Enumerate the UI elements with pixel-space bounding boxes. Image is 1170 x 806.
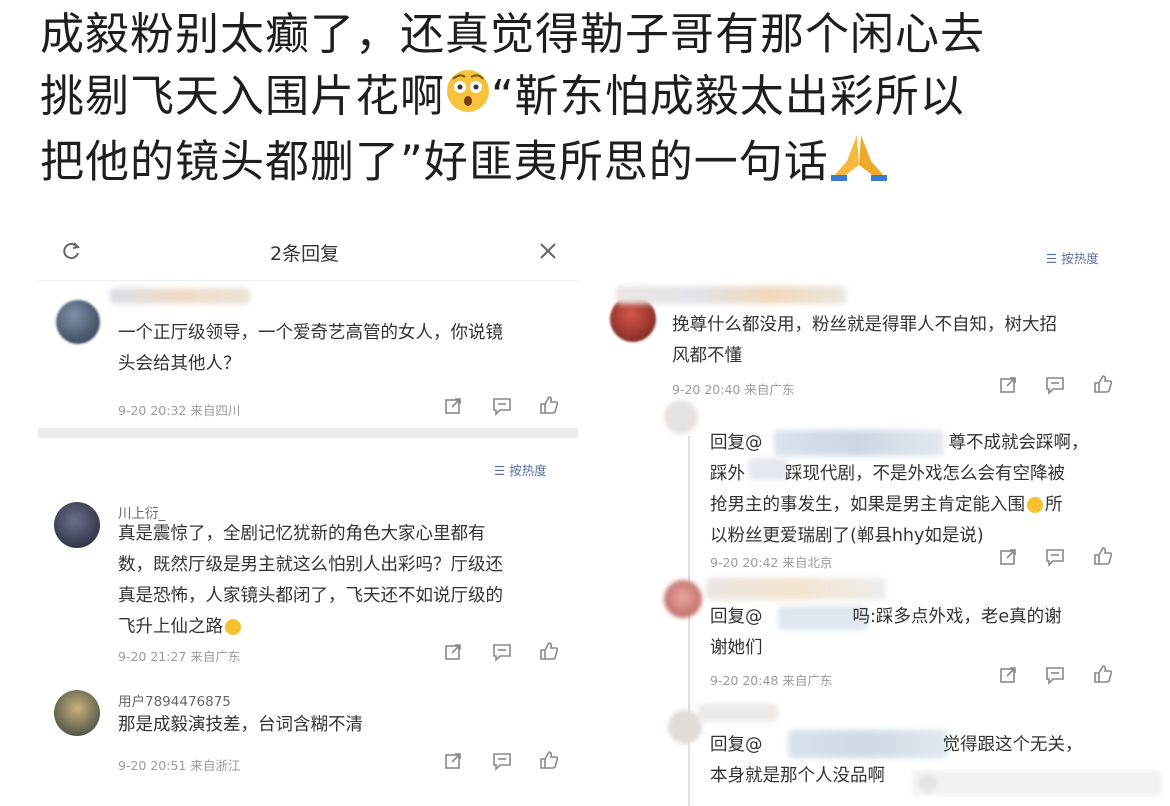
comment-meta: 9-20 20:51 来自浙江 [118, 758, 241, 773]
topbar-divider [38, 280, 578, 281]
comment-text: 回复@ 吗:踩多点外戏，老e真的谢 谢她们 [710, 602, 1062, 664]
username[interactable]: 用户7894476875 [118, 690, 231, 710]
smile-emoji-icon [1027, 497, 1043, 513]
avatar[interactable] [664, 400, 698, 434]
comment-text: 回复@ 尊不成就会踩啊， 踩外 踩现代剧，不是外戏怎么会有空降被 抢男主的事发生，如… [710, 428, 1089, 552]
share-icon[interactable] [998, 547, 1020, 569]
redacted-username [698, 704, 778, 722]
watermark [912, 766, 1162, 800]
comment-line: 踩外 踩现代剧，不是外戏怎么会有空降被 [710, 459, 1089, 490]
reply-prefix[interactable]: 回复@ [710, 607, 763, 627]
comment-text: 挽尊什么都没用，粉丝就是得罪人不自知，树大招 风都不懂 [672, 310, 1057, 372]
comment-line-text: 觉得跟这个无关， [942, 735, 1083, 755]
avatar[interactable] [664, 580, 702, 618]
comment-text: 一个正厅级领导，一个爱奇艺高管的女人，你说镜 头会给其他人？ [118, 318, 503, 380]
sort-by-hot-button[interactable]: ☰ 按热度 [494, 460, 547, 479]
comment-line: 头会给其他人？ [118, 354, 241, 374]
avatar[interactable] [54, 690, 100, 736]
share-icon[interactable] [998, 665, 1020, 687]
shocked-face-icon [445, 68, 491, 131]
share-icon[interactable] [443, 751, 465, 773]
comment-line: 回复@ 吗:踩多点外戏，老e真的谢 [710, 602, 1062, 633]
like-icon[interactable] [538, 394, 560, 416]
redacted-username [706, 578, 886, 600]
comment-line: 以粉丝更爱瑞剧了(郸县hhy如是说) [710, 526, 984, 546]
comment-line: 风都不懂 [672, 346, 742, 366]
comment-meta: 9-20 21:27 来自广东 [118, 649, 241, 664]
like-icon[interactable] [538, 749, 560, 771]
headline-line-3-text: 把他的镜头都删了”好匪夷所思的一句话 [40, 136, 829, 187]
headline-line-1: 成毅粉别太癫了，还真觉得勒子哥有那个闲心去 [40, 9, 985, 60]
comment-line-text: 吗:踩多点外戏，老e真的谢 [852, 607, 1062, 627]
comment-line-text: 抢男主的事发生，如果是男主肯定能入围 [710, 495, 1025, 515]
right-reply-panel: ☰ 按热度 挽尊什么都没用，粉丝就是得罪人不自知，树大招 风都不懂 9-20 2… [598, 240, 1170, 806]
comment-line: 抢男主的事发生，如果是男主肯定能入围所 [710, 490, 1089, 521]
comment-text: 那是成毅演技差，台词含糊不清 [118, 710, 363, 741]
like-icon[interactable] [1092, 545, 1114, 567]
comment-line: 挽尊什么都没用，粉丝就是得罪人不自知，树大招 [672, 315, 1057, 335]
comment-icon[interactable] [492, 396, 514, 418]
comment-line: 谢她们 [710, 638, 763, 658]
headline-line-2-quote: “靳东怕成毅太出彩所以 [491, 71, 965, 122]
sort-by-hot-button[interactable]: ☰ 按热度 [1046, 248, 1099, 267]
share-icon[interactable] [443, 642, 465, 664]
avatar[interactable] [56, 300, 100, 344]
comment-icon[interactable] [1045, 547, 1067, 569]
reply-prefix[interactable]: 回复@ [710, 433, 763, 453]
comment-icon[interactable] [492, 751, 514, 773]
comment-line-text: 飞升上仙之路 [118, 617, 223, 637]
headline-line-2-text: 挑剔飞天入围片花啊 [40, 71, 445, 122]
comment-line-text: 踩现代剧，不是外戏怎么会有空降被 [785, 464, 1065, 484]
comment-line: 真是恐怖，人家镜头都闭了，飞天还不如说厅级的 [118, 586, 503, 606]
comment-line-text: 所 [1045, 495, 1063, 515]
like-icon[interactable] [1092, 373, 1114, 395]
reply-count-title: 2条回复 [270, 243, 340, 265]
comment-line: 一个正厅级领导，一个爱奇艺高管的女人，你说镜 [118, 323, 503, 343]
smile-emoji-icon [225, 619, 241, 635]
avatar[interactable] [668, 710, 702, 744]
sort-label: 按热度 [509, 463, 547, 478]
comment-line: 飞升上仙之路 [118, 612, 503, 643]
folded-hands-icon [829, 131, 889, 198]
refresh-icon[interactable] [60, 240, 82, 266]
sort-icon: ☰ [494, 463, 510, 478]
like-icon[interactable] [1092, 663, 1114, 685]
comment-line: 那是成毅演技差，台词含糊不清 [118, 715, 363, 735]
redacted-username [110, 288, 250, 304]
close-icon[interactable] [538, 241, 558, 265]
left-reply-panel: 2条回复 一个正厅级领导，一个爱奇艺高管的女人，你说镜 头会给其他人？ 9-20… [38, 222, 578, 806]
comment-meta: 9-20 20:40 来自广东 [672, 382, 795, 397]
comment-icon[interactable] [1045, 665, 1067, 687]
avatar[interactable] [54, 502, 100, 548]
comment-line-text: 踩外 [710, 464, 745, 484]
comment-line: 数，既然厅级是男主就这么怕别人出彩吗？厅级还 [118, 555, 503, 575]
comment-icon[interactable] [492, 642, 514, 664]
comment-icon[interactable] [1045, 375, 1067, 397]
reply-thread-line [688, 436, 690, 806]
comment-line-text: 尊不成就会踩啊， [948, 433, 1089, 453]
post-headline: 成毅粉别太癫了，还真觉得勒子哥有那个闲心去 挑剔飞天入围片花啊 “靳东怕成毅太出彩… [40, 4, 1150, 198]
like-icon[interactable] [538, 640, 560, 662]
section-divider [38, 428, 578, 438]
sort-label: 按热度 [1061, 251, 1099, 266]
share-icon[interactable] [998, 375, 1020, 397]
comment-line: 回复@ 觉得跟这个无关， [710, 730, 1083, 761]
headline-line-3: 把他的镜头都删了”好匪夷所思的一句话 [40, 131, 1150, 198]
comment-line: 回复@ 尊不成就会踩啊， [710, 428, 1089, 459]
reply-prefix[interactable]: 回复@ [710, 735, 763, 755]
comment-text: 真是震惊了，全剧记忆犹新的角色大家心里都有 数，既然厅级是男主就这么怕别人出彩吗… [118, 519, 503, 643]
headline-line-2: 挑剔飞天入围片花啊 “靳东怕成毅太出彩所以 [40, 66, 1150, 131]
comment-meta: 9-20 20:42 来自北京 [710, 555, 833, 570]
comment-meta: 9-20 20:32 来自四川 [118, 403, 241, 418]
comment-meta: 9-20 20:48 来自广东 [710, 673, 833, 688]
comment-line: 真是震惊了，全剧记忆犹新的角色大家心里都有 [118, 524, 486, 544]
redacted-username [616, 286, 846, 304]
share-icon[interactable] [443, 396, 465, 418]
sort-icon: ☰ [1046, 251, 1062, 266]
